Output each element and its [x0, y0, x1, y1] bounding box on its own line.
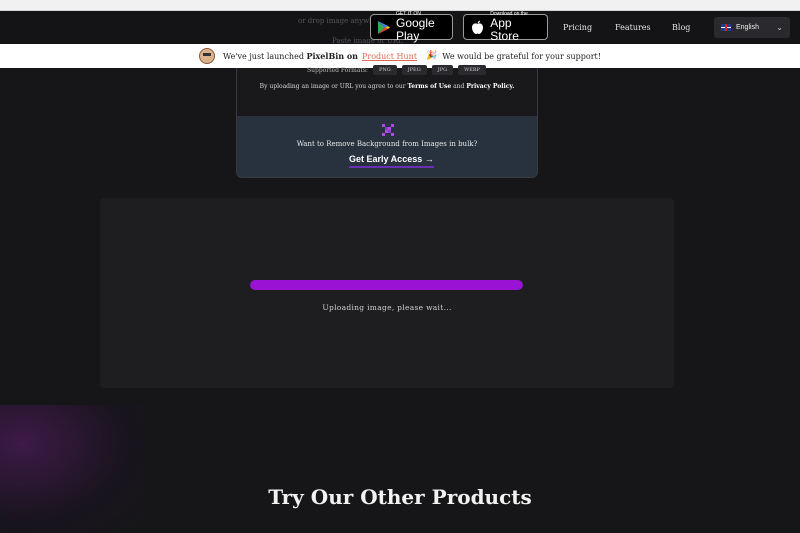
decorative-glow [0, 405, 145, 533]
announcement-brand: PixelBin on [306, 51, 358, 61]
upload-progress-panel: Uploading image, please wait... [100, 198, 674, 388]
supported-formats: Supported Formats: PNG JPEG JPG WEBP [307, 65, 486, 75]
format-badge: JPEG [401, 65, 427, 75]
nav-link-features[interactable]: Features [615, 23, 651, 32]
progress-bar-fill [250, 280, 523, 290]
format-badge: WEBP [458, 65, 486, 75]
terms-notice: By uploading an image or URL you agree t… [237, 83, 537, 90]
language-selector[interactable]: English ⌄ [714, 17, 790, 38]
bulk-upload-panel: Want to Remove Background from Images in… [236, 116, 538, 178]
app-store-label: App Store [490, 16, 519, 43]
terms-of-use-link[interactable]: Terms of Use [408, 83, 452, 90]
get-early-access-link[interactable]: Get Early Access → [349, 154, 434, 168]
privacy-policy-link[interactable]: Privacy Policy. [466, 83, 514, 90]
uk-flag-icon [721, 24, 731, 31]
formats-label: Supported Formats: [307, 66, 368, 74]
language-label: English [736, 24, 759, 31]
terms-prefix: By uploading an image or URL you agree t… [259, 83, 406, 90]
format-badge: JPG [431, 65, 454, 75]
format-badge: PNG [372, 65, 397, 75]
bulk-text: Want to Remove Background from Images in… [296, 140, 478, 148]
google-play-button[interactable]: GET IT ON Google Play [370, 11, 453, 43]
product-hunt-link[interactable]: Product Hunt [362, 52, 417, 61]
chevron-down-icon: ⌄ [776, 23, 783, 32]
nav-link-pricing[interactable]: Pricing [563, 23, 592, 32]
nav-link-blog[interactable]: Blog [672, 23, 690, 32]
bulk-grid-icon [382, 124, 394, 136]
apple-icon [470, 19, 485, 35]
terms-and: and [453, 83, 465, 90]
announcement-prefix: We've just launched [223, 51, 304, 61]
top-navbar: or drop image anywhere Paste image or UR… [0, 11, 800, 45]
progress-status: Uploading image, please wait... [322, 303, 452, 312]
section-title: Try Our Other Products [268, 485, 532, 509]
google-play-icon [377, 19, 391, 35]
announcement-suffix: We would be grateful for your support! [442, 51, 601, 61]
browser-top-strip [0, 0, 800, 11]
google-play-label: Google Play [396, 16, 435, 43]
upload-card: Supported Formats: PNG JPEG JPG WEBP By … [236, 65, 538, 116]
progress-bar [250, 280, 523, 290]
avatar [199, 48, 216, 64]
app-store-button[interactable]: Download on the App Store [463, 11, 548, 43]
party-popper-icon: 🎉 [426, 51, 438, 61]
